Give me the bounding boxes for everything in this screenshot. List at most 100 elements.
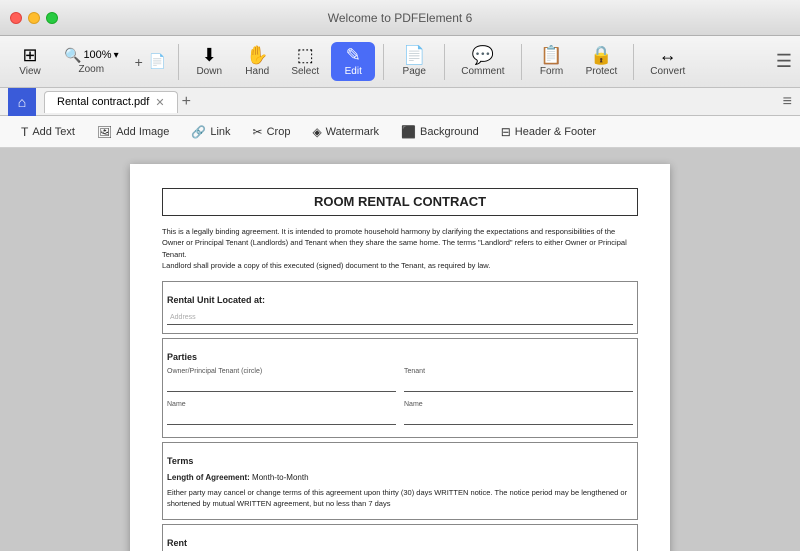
tab-close-button[interactable]: ✕ xyxy=(155,96,164,109)
view-icon: ⊞ xyxy=(22,46,37,64)
link-tool[interactable]: 🔗 Link xyxy=(182,121,239,143)
open-doc-icon[interactable]: 📄 xyxy=(149,53,166,70)
tool-zoom-label: Zoom xyxy=(79,64,105,75)
crop-tool[interactable]: ✂ Crop xyxy=(244,121,300,143)
rental-unit-title: Rental Unit Located at: xyxy=(167,294,633,307)
tool-select[interactable]: ⬚ Select xyxy=(283,42,327,81)
tool-page[interactable]: 📄 Page xyxy=(392,42,436,81)
hand-icon: ✋ xyxy=(246,46,268,64)
length-label: Length of Agreement: xyxy=(167,473,250,482)
add-image-label: Add Image xyxy=(116,126,169,138)
edit-icon: ✎ xyxy=(346,46,361,64)
link-label: Link xyxy=(210,126,230,138)
name2-field[interactable] xyxy=(404,411,633,425)
comment-icon: 💬 xyxy=(472,46,494,64)
tool-protect[interactable]: 🔒 Protect xyxy=(578,42,626,81)
tool-down[interactable]: ⬇ Down xyxy=(187,42,231,81)
rent-title: Rent xyxy=(167,537,633,550)
tenant-label: Tenant xyxy=(404,367,633,377)
tool-page-label: Page xyxy=(403,66,426,77)
background-tool[interactable]: ⬛ Background xyxy=(392,121,488,143)
tabbar-menu-icon[interactable]: ≡ xyxy=(783,93,792,111)
zoom-value: 100% xyxy=(83,49,111,61)
owner-field[interactable] xyxy=(167,378,396,392)
pdf-page: ROOM RENTAL CONTRACT This is a legally b… xyxy=(130,164,670,551)
main-content-area: ROOM RENTAL CONTRACT This is a legally b… xyxy=(0,148,800,551)
parties-section: Parties Owner/Principal Tenant (circle) … xyxy=(162,338,638,438)
header-footer-label: Header & Footer xyxy=(515,126,596,138)
toolbar-sep-3 xyxy=(444,44,445,80)
new-tab-button[interactable]: + xyxy=(182,93,191,111)
watermark-tool[interactable]: ◈ Watermark xyxy=(303,121,388,143)
add-image-icon: 🖼 xyxy=(97,125,112,139)
main-toolbar: ⊞ View 🔍 100% ▾ Zoom + 📄 ⬇ Down ✋ Hand ⬚… xyxy=(0,36,800,88)
sidebar-toggle-icon[interactable]: ☰ xyxy=(776,51,792,72)
watermark-icon: ◈ xyxy=(312,125,321,139)
name1-label: Name xyxy=(167,400,396,410)
toolbar-sep-2 xyxy=(383,44,384,80)
parties-labels-row: Owner/Principal Tenant (circle) Tenant xyxy=(167,367,633,396)
maximize-button[interactable] xyxy=(46,12,58,24)
link-icon: 🔗 xyxy=(191,125,206,139)
add-text-tool[interactable]: T Add Text xyxy=(12,121,84,143)
tool-view[interactable]: ⊞ View xyxy=(8,42,52,81)
tool-edit-label: Edit xyxy=(345,66,362,77)
window-title: Welcome to PDFElement 6 xyxy=(328,11,473,25)
tool-edit[interactable]: ✎ Edit xyxy=(331,42,375,81)
rent-section: Rent $ is payable monthly on the day of … xyxy=(162,524,638,551)
tool-hand[interactable]: ✋ Hand xyxy=(235,42,279,81)
address-placeholder: Address xyxy=(170,314,196,321)
owner-col: Owner/Principal Tenant (circle) xyxy=(167,367,396,396)
parties-name-row: Name Name xyxy=(167,400,633,429)
tool-convert[interactable]: ↔ Convert xyxy=(642,42,693,81)
owner-label: Owner/Principal Tenant (circle) xyxy=(167,367,396,377)
close-button[interactable] xyxy=(10,12,22,24)
traffic-lights xyxy=(10,12,58,24)
secondary-toolbar: T Add Text 🖼 Add Image 🔗 Link ✂ Crop ◈ W… xyxy=(0,116,800,148)
form-icon: 📋 xyxy=(540,46,562,64)
name1-field[interactable] xyxy=(167,411,396,425)
name1-col: Name xyxy=(167,400,396,429)
watermark-label: Watermark xyxy=(326,126,379,138)
tool-form[interactable]: 📋 Form xyxy=(530,42,574,81)
length-value: Month-to-Month xyxy=(252,473,308,482)
background-icon: ⬛ xyxy=(401,125,416,139)
select-icon: ⬚ xyxy=(297,46,314,64)
toolbar-sep-1 xyxy=(178,44,179,80)
tabbar: ⌂ Rental contract.pdf ✕ + ≡ xyxy=(0,88,800,116)
titlebar: Welcome to PDFElement 6 xyxy=(0,0,800,36)
tool-comment-label: Comment xyxy=(461,66,504,77)
address-field[interactable]: Address xyxy=(167,311,633,325)
pdf-intro-text: This is a legally binding agreement. It … xyxy=(162,226,638,271)
zoom-icon: 🔍 xyxy=(64,48,81,62)
toolbar-sep-5 xyxy=(633,44,634,80)
new-doc-icon[interactable]: + xyxy=(135,54,143,70)
tool-comment[interactable]: 💬 Comment xyxy=(453,42,512,81)
tool-select-label: Select xyxy=(291,66,319,77)
protect-icon: 🔒 xyxy=(590,46,612,64)
tool-form-label: Form xyxy=(540,66,563,77)
terms-title: Terms xyxy=(167,455,633,468)
minimize-button[interactable] xyxy=(28,12,40,24)
name2-label: Name xyxy=(404,400,633,410)
down-icon: ⬇ xyxy=(202,46,217,64)
header-footer-icon: ⊟ xyxy=(501,125,511,139)
home-button[interactable]: ⌂ xyxy=(8,88,36,116)
pdf-document-title: ROOM RENTAL CONTRACT xyxy=(162,188,638,216)
rental-unit-section: Rental Unit Located at: Address xyxy=(162,281,638,334)
tool-down-label: Down xyxy=(196,66,222,77)
header-footer-tool[interactable]: ⊟ Header & Footer xyxy=(492,121,605,143)
tenant-col: Tenant xyxy=(404,367,633,396)
tenant-field[interactable] xyxy=(404,378,633,392)
add-text-label: Add Text xyxy=(32,126,75,138)
tool-zoom[interactable]: 🔍 100% ▾ Zoom xyxy=(56,44,127,79)
tool-hand-label: Hand xyxy=(245,66,269,77)
parties-title: Parties xyxy=(167,351,633,364)
tab-title: Rental contract.pdf xyxy=(57,96,149,108)
crop-label: Crop xyxy=(267,126,291,138)
home-icon: ⌂ xyxy=(18,94,26,110)
active-tab[interactable]: Rental contract.pdf ✕ xyxy=(44,91,178,113)
add-image-tool[interactable]: 🖼 Add Image xyxy=(88,121,178,143)
page-icon: 📄 xyxy=(403,46,425,64)
convert-icon: ↔ xyxy=(659,46,677,64)
